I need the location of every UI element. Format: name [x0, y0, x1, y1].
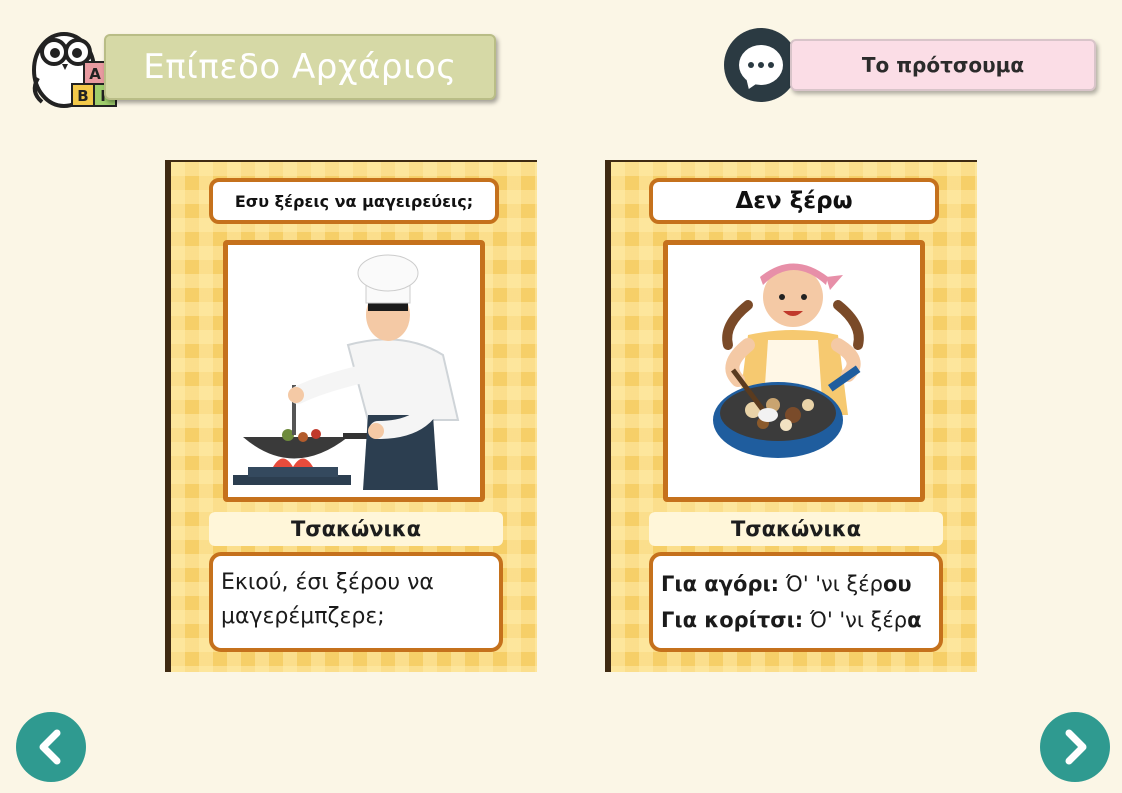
language-label: Τσακώνικα — [209, 512, 503, 546]
translation-line-girl: Για κορίτσι: Ό' 'νι ξέρα — [661, 602, 931, 638]
chevron-right-icon — [1065, 729, 1087, 765]
chat-bubble-icon — [739, 45, 783, 85]
line-label: Για αγόρι: — [661, 572, 780, 596]
girl-cooking-illustration — [663, 240, 925, 502]
line-ending: α — [907, 608, 922, 632]
line-ending: ου — [882, 572, 912, 596]
answer-card: Δεν ξέρω Τσακώνικα Για αγόρι: Ό' 'νι ξέρ… — [605, 160, 977, 672]
previous-button[interactable] — [16, 712, 86, 782]
line-text: Ό' 'νι ξέρ — [803, 608, 908, 632]
original-text-button[interactable]: Το πρότσουμα — [790, 39, 1096, 91]
translation-box: Για αγόρι: Ό' 'νι ξέρου Για κορίτσι: Ό' … — [649, 552, 943, 652]
logo-letter-b: Β — [77, 87, 88, 105]
logo-letter-a: Α — [89, 65, 101, 83]
question-card: Εσυ ξέρεις να μαγειρεύεις; Τσακώνικα Εκι… — [165, 160, 537, 672]
language-label: Τσακώνικα — [649, 512, 943, 546]
translation-box: Εκιού, έσι ξέρου να μαγερέμπζερε; — [209, 552, 503, 652]
line-text: Ό' 'νι ξέρ — [779, 572, 883, 596]
line-label: Για κορίτσι: — [661, 608, 804, 632]
chevron-left-icon — [39, 729, 61, 765]
level-title: Επίπεδο Αρχάριος — [104, 34, 496, 100]
card-title: Δεν ξέρω — [649, 178, 939, 224]
translation-text: Εκιού, έσι ξέρου να μαγερέμπζερε; — [221, 570, 434, 629]
chef-cooking-illustration — [223, 240, 485, 502]
card-title: Εσυ ξέρεις να μαγειρεύεις; — [209, 178, 499, 224]
chat-button[interactable] — [724, 28, 798, 102]
translation-line-boy: Για αγόρι: Ό' 'νι ξέρου — [661, 566, 931, 602]
next-button[interactable] — [1040, 712, 1110, 782]
